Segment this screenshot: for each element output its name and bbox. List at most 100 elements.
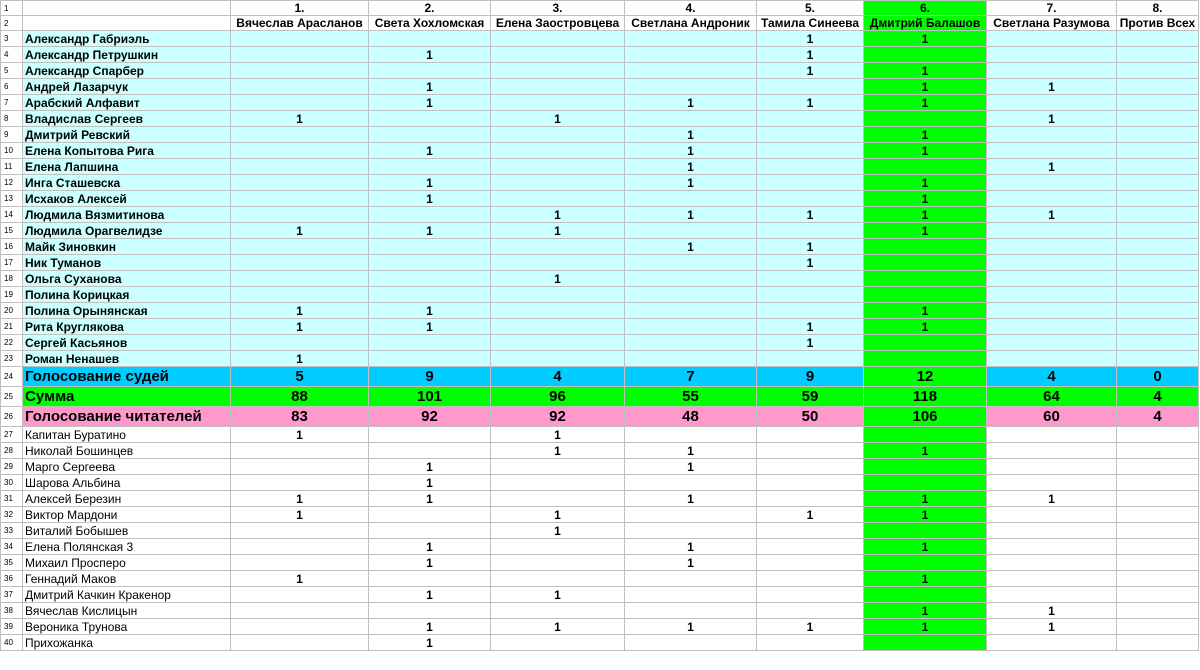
vote-cell[interactable]	[1116, 158, 1199, 175]
vote-cell[interactable]	[230, 442, 369, 459]
vote-cell[interactable]	[230, 554, 369, 571]
vote-cell[interactable]	[863, 458, 987, 475]
total-cell[interactable]: 118	[863, 386, 987, 407]
vote-cell[interactable]	[1116, 334, 1199, 351]
vote-cell[interactable]	[1116, 286, 1199, 303]
vote-cell[interactable]	[624, 62, 757, 79]
vote-cell[interactable]	[1116, 318, 1199, 335]
vote-cell[interactable]	[368, 506, 491, 523]
total-cell[interactable]: 7	[624, 366, 757, 387]
vote-cell[interactable]: 1	[230, 426, 369, 443]
vote-cell[interactable]	[863, 238, 987, 255]
vote-cell[interactable]	[1116, 506, 1199, 523]
judge-row-label[interactable]: Роман Ненашев	[22, 350, 231, 367]
header-number-cell[interactable]: 1.	[230, 0, 369, 16]
vote-cell[interactable]: 1	[863, 570, 987, 587]
readers-total-row-label[interactable]: Голосование читателей	[22, 406, 231, 427]
vote-cell[interactable]	[490, 334, 625, 351]
total-cell[interactable]: 12	[863, 366, 987, 387]
vote-cell[interactable]	[230, 206, 369, 223]
vote-cell[interactable]	[368, 158, 491, 175]
vote-cell[interactable]: 1	[863, 318, 987, 335]
vote-cell[interactable]: 1	[490, 586, 625, 603]
vote-cell[interactable]	[1116, 238, 1199, 255]
vote-cell[interactable]	[368, 270, 491, 287]
vote-cell[interactable]: 1	[986, 206, 1117, 223]
vote-cell[interactable]: 1	[863, 538, 987, 555]
vote-cell[interactable]	[863, 254, 987, 271]
vote-cell[interactable]	[986, 270, 1117, 287]
total-cell[interactable]: 4	[1116, 406, 1199, 427]
vote-cell[interactable]	[756, 538, 864, 555]
vote-cell[interactable]	[230, 522, 369, 539]
vote-cell[interactable]	[368, 206, 491, 223]
total-cell[interactable]: 92	[490, 406, 625, 427]
row-number[interactable]: 13	[0, 190, 23, 207]
vote-cell[interactable]: 1	[368, 490, 491, 507]
total-cell[interactable]: 9	[756, 366, 864, 387]
row-number[interactable]: 9	[0, 126, 23, 143]
vote-cell[interactable]: 1	[863, 302, 987, 319]
vote-cell[interactable]: 1	[863, 78, 987, 95]
judge-row-label[interactable]: Людмила Орагвелидзе	[22, 222, 231, 239]
vote-cell[interactable]	[756, 442, 864, 459]
row-number[interactable]: 6	[0, 78, 23, 95]
row-number[interactable]: 35	[0, 554, 23, 571]
vote-cell[interactable]	[1116, 78, 1199, 95]
reader-row-label[interactable]: Геннадий Маков	[22, 570, 231, 587]
vote-cell[interactable]: 1	[368, 94, 491, 111]
vote-cell[interactable]	[756, 586, 864, 603]
vote-cell[interactable]	[756, 270, 864, 287]
vote-cell[interactable]	[986, 634, 1117, 651]
vote-cell[interactable]	[490, 570, 625, 587]
vote-cell[interactable]: 1	[230, 570, 369, 587]
vote-cell[interactable]	[490, 538, 625, 555]
reader-row-label[interactable]: Вячеслав Кислицын	[22, 602, 231, 619]
vote-cell[interactable]: 1	[756, 506, 864, 523]
vote-cell[interactable]	[986, 506, 1117, 523]
vote-cell[interactable]	[756, 522, 864, 539]
vote-cell[interactable]	[490, 30, 625, 47]
header-number-cell[interactable]: 8.	[1116, 0, 1199, 16]
total-cell[interactable]: 4	[1116, 386, 1199, 407]
total-cell[interactable]: 96	[490, 386, 625, 407]
total-cell[interactable]: 88	[230, 386, 369, 407]
vote-cell[interactable]	[230, 78, 369, 95]
reader-row-label[interactable]: Прихожанка	[22, 634, 231, 651]
vote-cell[interactable]: 1	[368, 142, 491, 159]
row-number[interactable]: 22	[0, 334, 23, 351]
vote-cell[interactable]	[624, 426, 757, 443]
vote-cell[interactable]	[986, 426, 1117, 443]
vote-cell[interactable]	[490, 490, 625, 507]
vote-cell[interactable]	[986, 586, 1117, 603]
vote-cell[interactable]	[624, 474, 757, 491]
vote-cell[interactable]	[368, 350, 491, 367]
vote-cell[interactable]	[1116, 270, 1199, 287]
vote-cell[interactable]: 1	[863, 190, 987, 207]
row-number[interactable]: 24	[0, 366, 23, 387]
vote-cell[interactable]	[986, 522, 1117, 539]
vote-cell[interactable]	[1116, 350, 1199, 367]
header-number-cell[interactable]: 6.	[863, 0, 987, 16]
vote-cell[interactable]	[756, 78, 864, 95]
vote-cell[interactable]: 1	[624, 618, 757, 635]
judge-row-label[interactable]: Инга Сташевска	[22, 174, 231, 191]
vote-cell[interactable]	[230, 538, 369, 555]
cell[interactable]	[22, 0, 231, 16]
vote-cell[interactable]	[230, 618, 369, 635]
vote-cell[interactable]	[490, 126, 625, 143]
vote-cell[interactable]	[986, 190, 1117, 207]
vote-cell[interactable]: 1	[490, 506, 625, 523]
vote-cell[interactable]	[1116, 426, 1199, 443]
vote-cell[interactable]: 1	[986, 490, 1117, 507]
total-cell[interactable]: 60	[986, 406, 1117, 427]
judge-row-label[interactable]: Сергей Касьянов	[22, 334, 231, 351]
vote-cell[interactable]	[230, 62, 369, 79]
row-number[interactable]: 12	[0, 174, 23, 191]
vote-cell[interactable]	[986, 570, 1117, 587]
vote-cell[interactable]: 1	[368, 554, 491, 571]
vote-cell[interactable]: 1	[368, 174, 491, 191]
judge-row-label[interactable]: Людмила Вязмитинова	[22, 206, 231, 223]
vote-cell[interactable]	[986, 302, 1117, 319]
row-number[interactable]: 20	[0, 302, 23, 319]
